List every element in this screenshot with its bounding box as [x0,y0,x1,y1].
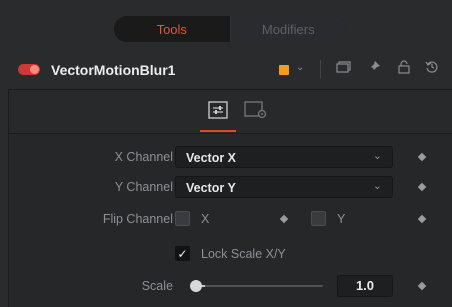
scale-value-input[interactable]: 1.0 [337,275,393,297]
lock-scale-checkbox[interactable]: ✓ [175,246,190,261]
chevron-down-icon: ⌄ [372,180,382,192]
scale-row: Scale 1.0 [9,275,452,297]
tab-controls[interactable] [200,100,236,132]
inspector-panel: X Channel Vector X ⌄ Y Channel Vector Y … [8,89,452,307]
keyframe-diamond-icon[interactable] [417,214,427,224]
reset-icon[interactable] [424,59,440,78]
versions-icon[interactable] [335,59,351,78]
x-channel-value: Vector X [186,151,237,165]
lock-scale-label: Lock Scale X/Y [201,247,286,261]
x-channel-label: X Channel [114,150,173,164]
keyframe-diamond-icon[interactable] [417,182,427,192]
flip-x-label: X [201,212,210,226]
y-channel-value: Vector Y [186,181,236,195]
y-channel-select[interactable]: Vector Y ⌄ [175,176,393,198]
pin-icon[interactable] [366,59,382,78]
chevron-down-icon: ⌄ [372,150,382,162]
x-channel-row: X Channel Vector X ⌄ [9,146,452,168]
lock-icon[interactable] [396,59,412,78]
controls-icon [208,100,228,124]
node-enable-toggle[interactable] [18,64,40,75]
scale-label: Scale [141,279,173,293]
x-channel-select[interactable]: Vector X ⌄ [175,146,393,168]
y-channel-label: Y Channel [114,180,173,194]
node-color-swatch[interactable] [279,65,289,75]
scale-slider-handle[interactable] [190,280,202,292]
chevron-down-icon[interactable]: ⌄ [296,62,304,73]
header-divider [320,60,321,78]
flip-y-label: Y [337,212,346,226]
y-channel-row: Y Channel Vector Y ⌄ [9,176,452,198]
settings-icon [244,100,268,124]
tab-tools[interactable]: Tools [114,16,231,42]
keyframe-diamond-icon[interactable] [279,214,289,224]
keyframe-diamond-icon[interactable] [417,281,427,291]
tools-modifiers-switch: Tools Modifiers [114,16,346,42]
node-header: VectorMotionBlur1 ⌄ [0,55,452,89]
scale-slider-track[interactable] [197,285,323,287]
lock-scale-row: ✓ Lock Scale X/Y [9,243,452,265]
tab-settings[interactable] [241,100,271,124]
flip-channel-label: Flip Channel [102,212,173,226]
keyframe-diamond-icon[interactable] [417,152,427,162]
tab-modifiers[interactable]: Modifiers [230,16,346,42]
flip-y-checkbox[interactable] [311,211,326,226]
panel-tabs [9,90,452,134]
flip-channel-row: Flip Channel X Y [9,208,452,230]
flip-x-checkbox[interactable] [175,211,190,226]
node-name: VectorMotionBlur1 [51,62,176,78]
